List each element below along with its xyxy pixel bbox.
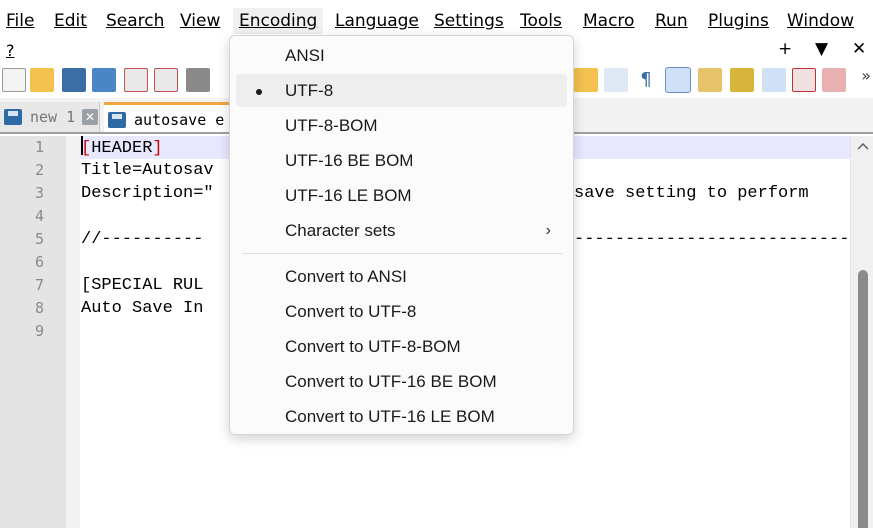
tab-label: autosave e <box>134 111 225 129</box>
close-all-icon[interactable] <box>154 68 178 92</box>
indent-guide-icon[interactable] <box>665 67 691 93</box>
bracket-open: [ <box>81 139 92 158</box>
menu-item-ansi[interactable]: ANSI <box>236 39 567 72</box>
document-map-icon[interactable] <box>730 68 754 92</box>
menu-separator <box>242 253 562 254</box>
menu-item-convert-to-utf-16-le-bom[interactable]: Convert to UTF-16 LE BOM <box>236 400 567 433</box>
menu-item-convert-to-utf-8-bom[interactable]: Convert to UTF-8-BOM <box>236 330 567 363</box>
user-language-icon[interactable] <box>698 68 722 92</box>
line-number: 4 <box>34 207 44 225</box>
menu-macro[interactable]: Macro <box>583 8 634 34</box>
menu-item-convert-to-ansi[interactable]: Convert to ANSI <box>236 260 567 293</box>
line-number: 7 <box>34 276 44 294</box>
new-window-icon[interactable]: + <box>778 38 792 60</box>
menu-item-utf-16-le-bom[interactable]: UTF-16 LE BOM <box>236 179 567 212</box>
word-wrap-icon[interactable] <box>604 68 628 92</box>
menu-item-convert-to-utf-8[interactable]: Convert to UTF-8 <box>236 295 567 328</box>
line-number: 8 <box>34 299 44 317</box>
menu-item-utf-8[interactable]: UTF-8 <box>236 74 567 107</box>
code-line-tail: save setting to perform <box>574 184 809 203</box>
code-line: Description=" <box>81 184 214 203</box>
lock-icon[interactable] <box>574 68 598 92</box>
tab-close-icon[interactable]: ✕ <box>82 109 98 125</box>
new-file-icon[interactable] <box>2 68 26 92</box>
menu-bar: File Edit Search View Encoding Language … <box>0 0 873 40</box>
window-list-icon[interactable]: ▼ <box>815 38 828 60</box>
code-line: Auto Save In <box>81 299 204 318</box>
save-icon[interactable] <box>62 68 86 92</box>
menu-help[interactable]: ? <box>6 41 15 61</box>
menu-edit[interactable]: Edit <box>54 8 87 34</box>
scroll-up-arrow-icon[interactable] <box>857 142 869 150</box>
code-line: //---------- <box>81 230 204 249</box>
code-text: HEADER <box>91 139 153 158</box>
tab-autosave[interactable]: autosave e <box>104 102 234 132</box>
tab-new-1[interactable]: new 1 ✕ <box>0 102 100 132</box>
print-icon[interactable] <box>186 68 210 92</box>
save-all-icon[interactable] <box>92 68 116 92</box>
line-number: 9 <box>34 322 44 340</box>
menu-item-utf-8-bom[interactable]: UTF-8-BOM <box>236 109 567 142</box>
menu-item-utf-16-be-bom[interactable]: UTF-16 BE BOM <box>236 144 567 177</box>
saved-disk-icon <box>4 109 22 125</box>
code-line: [SPECIAL RUL <box>81 276 204 295</box>
menu-encoding[interactable]: Encoding <box>233 8 324 34</box>
chevron-right-icon: › <box>545 222 551 239</box>
menu-view[interactable]: View <box>180 8 220 34</box>
code-line: Title=Autosav <box>81 161 214 180</box>
line-number: 5 <box>34 230 44 248</box>
close-icon[interactable] <box>124 68 148 92</box>
menu-settings[interactable]: Settings <box>434 8 504 34</box>
close-document-icon[interactable]: ✕ <box>852 38 866 60</box>
line-number: 6 <box>34 253 44 271</box>
menu-tools[interactable]: Tools <box>520 8 562 34</box>
scrollbar-thumb[interactable] <box>858 270 868 528</box>
menu-search[interactable]: Search <box>106 8 164 34</box>
function-list-icon[interactable] <box>792 68 816 92</box>
tab-label: new 1 <box>30 108 76 126</box>
open-folder-icon[interactable] <box>30 68 54 92</box>
bracket-close: ] <box>152 139 163 158</box>
folder-as-workspace-icon[interactable] <box>822 68 846 92</box>
code-line-tail: ---------------------------- <box>574 230 860 249</box>
toolbar-overflow-icon[interactable]: » <box>861 66 871 85</box>
menu-item-character-sets[interactable]: Character sets › <box>236 214 567 247</box>
line-number: 3 <box>34 184 44 202</box>
menu-plugins[interactable]: Plugins <box>708 8 769 34</box>
saved-disk-icon <box>108 112 126 128</box>
line-number: 1 <box>34 138 44 156</box>
code-line: [HEADER] <box>81 136 163 159</box>
line-number: 2 <box>34 161 44 179</box>
menu-language[interactable]: Language <box>335 8 419 34</box>
menu-file[interactable]: File <box>6 8 34 34</box>
show-all-characters-icon[interactable]: ¶ <box>634 68 658 92</box>
fold-margin[interactable] <box>66 136 80 528</box>
selected-bullet-icon <box>256 89 262 95</box>
encoding-dropdown-menu: ANSI UTF-8 UTF-8-BOM UTF-16 BE BOM UTF-1… <box>229 35 574 435</box>
menu-window[interactable]: Window <box>787 8 854 34</box>
menu-item-convert-to-utf-16-be-bom[interactable]: Convert to UTF-16 BE BOM <box>236 365 567 398</box>
menu-run[interactable]: Run <box>655 8 688 34</box>
document-list-icon[interactable] <box>762 68 786 92</box>
